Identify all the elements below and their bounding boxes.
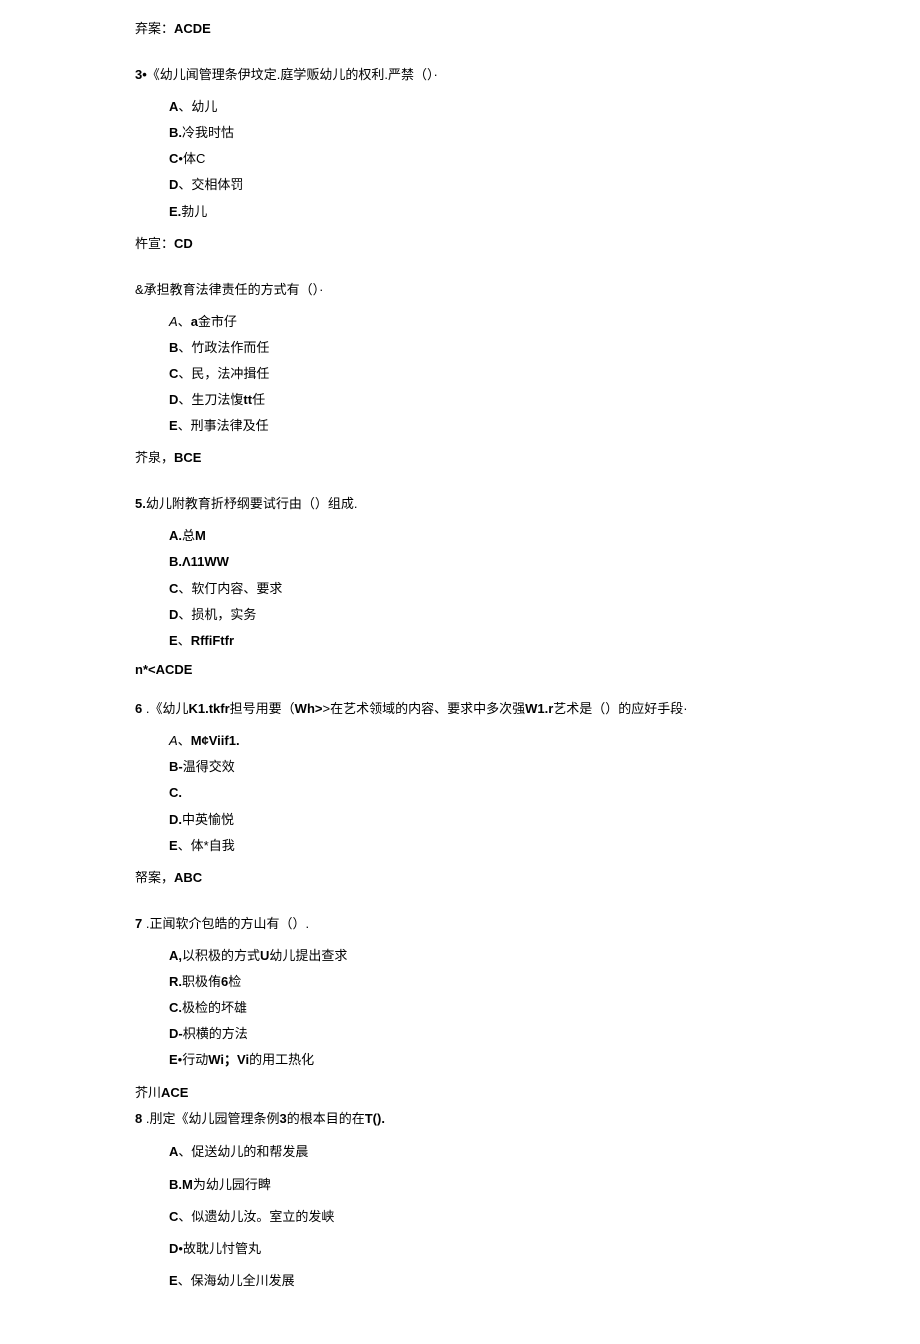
question-number: 3•: [135, 67, 147, 82]
option-a: A.总M: [169, 527, 785, 545]
option-d: D-枳横的方法: [169, 1025, 785, 1043]
option-d: D、交相体罚: [169, 176, 785, 194]
option-a: A,以积极的方式U幼儿提出查求: [169, 947, 785, 965]
answer-prefix: 芥泉，: [135, 450, 174, 465]
option-e: E.勃儿: [169, 203, 785, 221]
question-body: 《幼儿闻管理条伊坟定.庭学贩幼儿的权利.严禁（）·: [147, 67, 438, 82]
option-d: D•故耽儿忖管丸: [169, 1240, 785, 1258]
q4-answer: 芥泉，BCE: [135, 447, 785, 466]
option-e: E、保海幼儿全川发展: [169, 1272, 785, 1290]
q4: &承担教育法律责任的方式有（）·: [135, 280, 785, 301]
question-body: 幼儿附教育折杼纲要试行由（）组成.: [146, 496, 358, 511]
option-c: C.: [169, 784, 785, 802]
q2-answer: 弃案：ACDE: [135, 18, 785, 37]
answer-value: ACDE: [174, 21, 211, 36]
option-a: A、幼儿: [169, 98, 785, 116]
answer-value: ABC: [174, 870, 202, 885]
q4-options: A、a金市仔 B、竹政法作而任 C、民，法冲揖任 D、生刀法愎tt任 E、刑事法…: [169, 313, 785, 436]
question-body: 承担教育法律责任的方式有（）·: [144, 282, 324, 297]
q8: 8 .刖定《幼儿园管理条例3的根本目的在T().: [135, 1109, 785, 1130]
q7: 7 .正闻软介包皓的方山有（）.: [135, 914, 785, 935]
option-b: B-温得交效: [169, 758, 785, 776]
option-b: B.M为幼儿园行睥: [169, 1176, 785, 1194]
option-e: E•行动Wi；Vi的用工热化: [169, 1051, 785, 1069]
option-d: D、生刀法愎tt任: [169, 391, 785, 409]
q6: 6 .《幼儿K1.tkfr担号用要（Wh>>在艺术领域的内容、要求中多次强W1.…: [135, 699, 785, 720]
answer-value: ACE: [161, 1085, 188, 1100]
option-b: B.Λ11WW: [169, 553, 785, 571]
q7-answer: 芥川ACE: [135, 1082, 785, 1101]
q5-answer: n*<ACDE: [135, 662, 785, 677]
option-c: C.极检的坏雄: [169, 999, 785, 1017]
option-d: D、损机，实务: [169, 606, 785, 624]
option-b: B.冷我时怙: [169, 124, 785, 142]
option-d: D.中英愉悦: [169, 811, 785, 829]
option-b: B、竹政法作而任: [169, 339, 785, 357]
q5-options: A.总M B.Λ11WW C、软仃内容、要求 D、损机，实务 E、RffiFtf…: [169, 527, 785, 650]
q7-options: A,以积极的方式U幼儿提出查求 R.职极侑6检 C.极检的坏雄 D-枳横的方法 …: [169, 947, 785, 1070]
option-e: E、RffiFtfr: [169, 632, 785, 650]
option-c: C、似遗幼儿汝。室立的发峡: [169, 1208, 785, 1226]
q5: 5.幼儿附教育折杼纲要试行由（）组成.: [135, 494, 785, 515]
option-e: E、体*自我: [169, 837, 785, 855]
option-e: E、刑事法律及任: [169, 417, 785, 435]
option-a: A、促送幼儿的和帮发晨: [169, 1143, 785, 1161]
answer-value: n*<ACDE: [135, 662, 192, 677]
option-a: A、a金市仔: [169, 313, 785, 331]
question-number: 5.: [135, 496, 146, 511]
option-c: C、民，法冲揖任: [169, 365, 785, 383]
q3-answer: 杵宣：CD: [135, 233, 785, 252]
question-number: &: [135, 282, 144, 297]
q3: 3•《幼儿闻管理条伊坟定.庭学贩幼儿的权利.严禁（）·: [135, 65, 785, 86]
option-c: C•体C: [169, 150, 785, 168]
option-a: A、M¢Viif1.: [169, 732, 785, 750]
q8-options: A、促送幼儿的和帮发晨 B.M为幼儿园行睥 C、似遗幼儿汝。室立的发峡 D•故耽…: [169, 1143, 785, 1290]
answer-prefix: 帑案，: [135, 870, 174, 885]
answer-prefix: 杵宣：: [135, 236, 174, 251]
option-b: R.职极侑6检: [169, 973, 785, 991]
q6-answer: 帑案，ABC: [135, 867, 785, 886]
q6-options: A、M¢Viif1. B-温得交效 C. D.中英愉悦 E、体*自我: [169, 732, 785, 855]
question-body: .正闻软介包皓的方山有（）.: [142, 916, 309, 931]
answer-value: BCE: [174, 450, 201, 465]
answer-prefix: 弃案：: [135, 21, 174, 36]
q3-options: A、幼儿 B.冷我时怙 C•体C D、交相体罚 E.勃儿: [169, 98, 785, 221]
page-content: 弃案：ACDE 3•《幼儿闻管理条伊坟定.庭学贩幼儿的权利.严禁（）· A、幼儿…: [0, 0, 920, 1344]
option-c: C、软仃内容、要求: [169, 580, 785, 598]
answer-prefix: 芥川: [135, 1085, 161, 1100]
answer-value: CD: [174, 236, 193, 251]
